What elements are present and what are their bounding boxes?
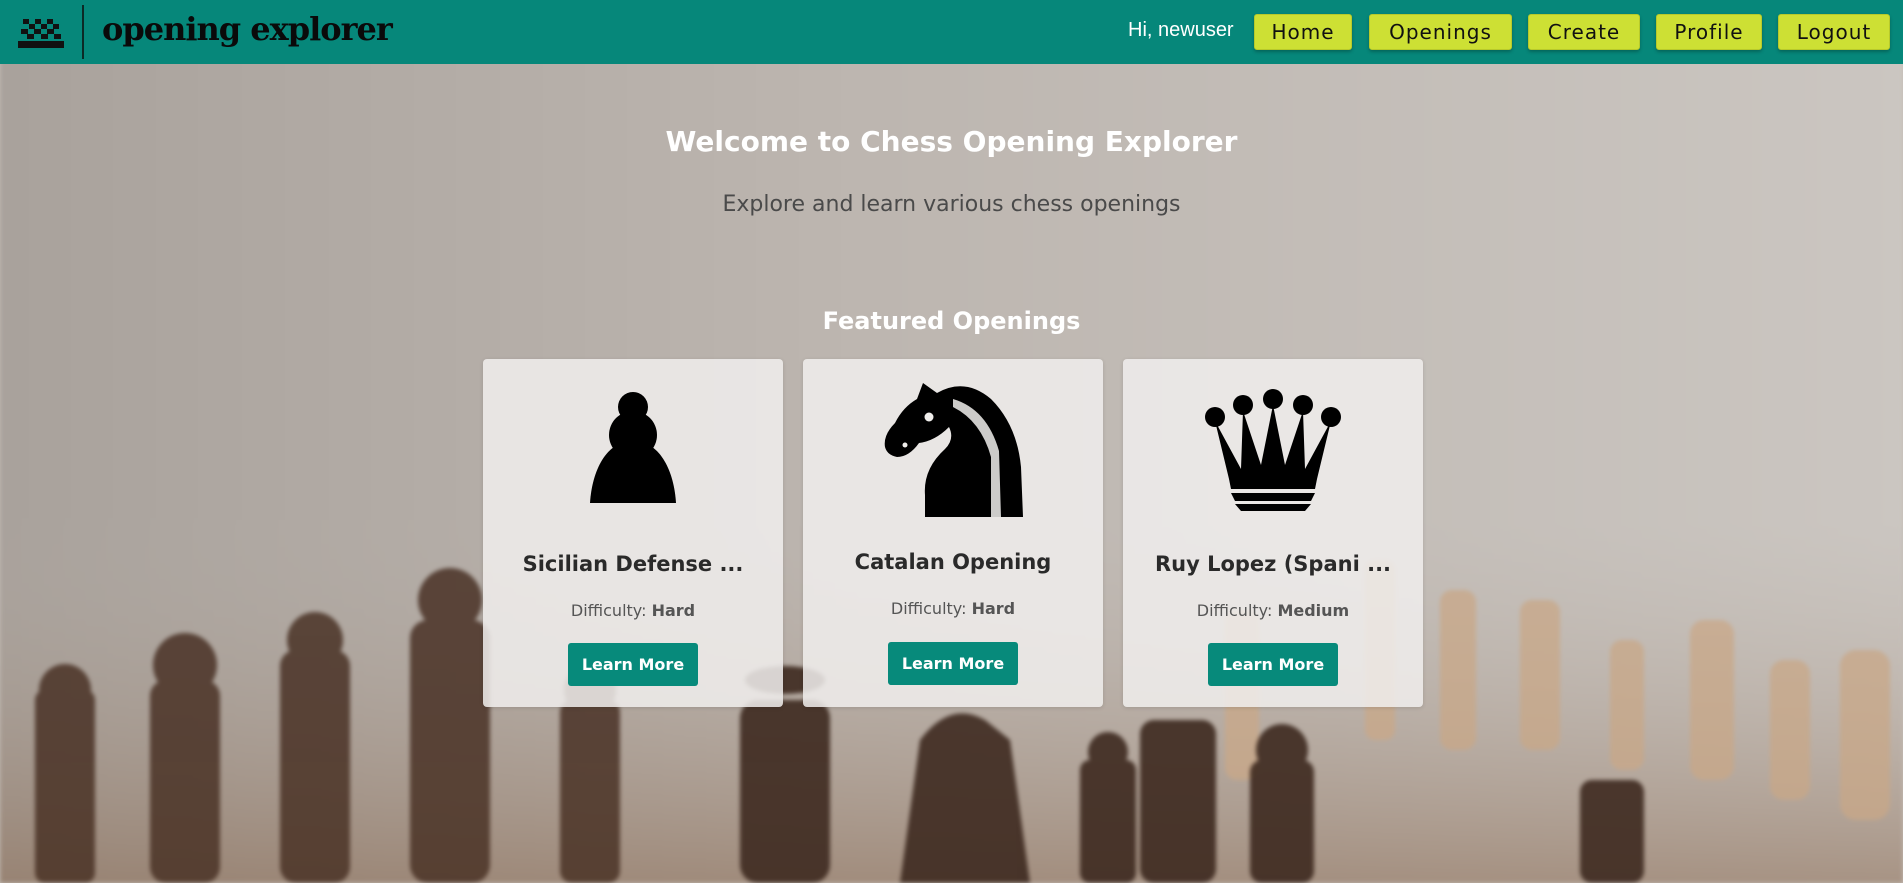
nav-home-button[interactable]: Home [1254, 14, 1352, 50]
difficulty-value: Medium [1277, 601, 1350, 620]
logo-text[interactable]: opening explorer [102, 10, 393, 48]
nav-profile-button[interactable]: Profile [1656, 14, 1762, 50]
opening-difficulty: Difficulty: Hard [483, 601, 783, 620]
learn-more-button[interactable]: Learn More [888, 642, 1018, 685]
queen-icon [1123, 387, 1423, 515]
nav-create-button[interactable]: Create [1528, 14, 1640, 50]
top-navbar: opening explorer Hi, newuser Home Openin… [0, 0, 1903, 64]
chessboard-logo-icon[interactable] [17, 17, 65, 49]
opening-difficulty: Difficulty: Hard [803, 599, 1103, 618]
opening-card: Sicilian Defense ... Difficulty: Hard Le… [483, 359, 783, 707]
nav-openings-button[interactable]: Openings [1369, 14, 1512, 50]
opening-card: Catalan Opening Difficulty: Hard Learn M… [803, 359, 1103, 707]
learn-more-button[interactable]: Learn More [568, 643, 698, 686]
user-greeting: Hi, newuser [1128, 19, 1234, 41]
opening-name: Ruy Lopez (Spani ... [1154, 552, 1392, 576]
pawn-icon [483, 391, 783, 507]
difficulty-label: Difficulty: [1196, 601, 1273, 620]
page-title: Welcome to Chess Opening Explorer [665, 125, 1238, 158]
difficulty-label: Difficulty: [890, 599, 967, 618]
learn-more-button[interactable]: Learn More [1208, 643, 1338, 686]
opening-name: Catalan Opening [854, 550, 1052, 574]
difficulty-value: Hard [651, 601, 696, 620]
difficulty-label: Difficulty: [570, 601, 647, 620]
nav-logout-button[interactable]: Logout [1778, 14, 1890, 50]
knight-icon [803, 377, 1103, 521]
featured-openings-heading: Featured Openings [822, 307, 1081, 335]
opening-difficulty: Difficulty: Medium [1123, 601, 1423, 620]
difficulty-value: Hard [971, 599, 1016, 618]
opening-card: Ruy Lopez (Spani ... Difficulty: Medium … [1123, 359, 1423, 707]
page-subtitle: Explore and learn various chess openings [722, 192, 1181, 217]
opening-name: Sicilian Defense ... [522, 552, 744, 576]
logo-divider [82, 5, 84, 59]
